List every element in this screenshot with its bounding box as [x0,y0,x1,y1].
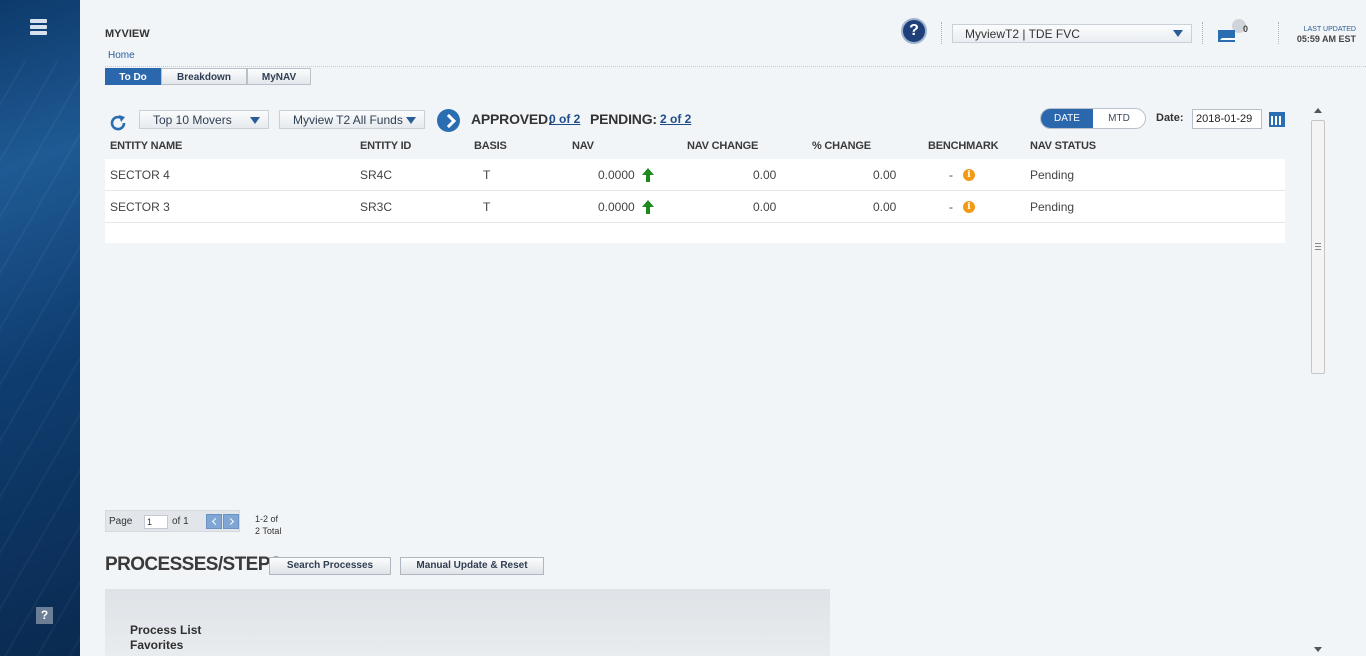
nav-value: 0.0000 [598,168,635,182]
page-label: Page [109,516,133,527]
entity-table: ENTITY NAME ENTITY ID BASIS NAV NAV CHAN… [105,137,1285,243]
nav-status: Pending [1030,200,1075,214]
breadcrumb-home[interactable]: Home [108,50,135,61]
left-sidebar: ? [0,0,80,656]
column-header[interactable]: NAV STATUS [1030,140,1096,152]
tab-breakdown[interactable]: Breakdown [161,68,247,85]
column-header[interactable]: % CHANGE [812,140,871,152]
table-row[interactable]: SECTOR 4 SR4C T 0.0000 0.00 0.00 - i Pen… [105,159,1285,191]
entity-id: SR3C [360,200,393,214]
process-list-link[interactable]: Process List [130,623,201,637]
pending-label: PENDING: [590,111,657,127]
chevron-down-icon [406,117,416,124]
tab-mynav[interactable]: MyNAV [247,68,311,85]
table-header: ENTITY NAME ENTITY ID BASIS NAV NAV CHAN… [105,137,1285,159]
entity-name: SECTOR 3 [110,200,170,214]
arrow-up-icon [642,168,654,182]
divider [1202,22,1203,44]
column-header[interactable]: ENTITY NAME [110,140,182,152]
favorites-link[interactable]: Favorites [130,638,183,652]
last-updated-time: 05:59 AM EST [1296,34,1356,44]
app-title: MYVIEW [105,28,150,40]
column-header[interactable]: BASIS [474,140,507,152]
date-mtd-toggle[interactable]: DATE MTD [1040,108,1146,129]
message-count: 0 [1243,24,1249,34]
page-number-input[interactable]: 1 [144,515,168,529]
header-divider [105,66,1366,67]
nav-change: 0.00 [753,200,777,214]
nav-value: 0.0000 [598,200,635,214]
page-scrollbar[interactable] [1310,104,1326,656]
entity-id: SR4C [360,168,393,182]
grip-icon [1315,243,1321,252]
mail-icon[interactable] [1218,30,1237,42]
column-header[interactable]: ENTITY ID [360,140,411,152]
table-row[interactable]: SECTOR 3 SR3C T 0.0000 0.00 0.00 - i Pen… [105,191,1285,223]
scroll-up-arrow[interactable] [1314,108,1322,113]
go-arrow-button[interactable] [437,109,460,132]
column-header[interactable]: NAV CHANGE [687,140,758,152]
fund-selector[interactable]: MyviewT2 | TDE FVC [952,24,1192,43]
divider [941,22,942,44]
nav-change: 0.00 [753,168,777,182]
column-header[interactable]: BENCHMARK [928,140,999,152]
range-line: 1-2 of [255,514,279,524]
benchmark: - [949,168,953,182]
fund-selector-value: MyviewT2 | TDE FVC [965,27,1080,41]
nav-status: Pending [1030,168,1075,182]
chevron-down-icon [250,117,260,124]
scroll-down-arrow[interactable] [1314,647,1322,652]
search-processes-button[interactable]: Search Processes [269,557,391,575]
total-line: 2 Total [255,526,282,536]
approved-count-link[interactable]: 0 of 2 [549,112,580,126]
benchmark: - [949,200,953,214]
top-movers-value: Top 10 Movers [153,113,232,127]
refresh-icon[interactable] [109,114,127,132]
column-header[interactable]: NAV [572,140,594,152]
info-icon[interactable]: i [963,169,975,181]
server-menu-icon[interactable] [30,19,47,37]
next-page-button[interactable] [223,514,239,529]
date-label: Date: [1156,112,1184,124]
entity-name: SECTOR 4 [110,168,170,182]
arrow-up-icon [642,200,654,214]
date-input[interactable] [1192,109,1262,129]
tab-bar: To Do Breakdown MyNAV [105,68,311,85]
pct-change: 0.00 [873,200,897,214]
funds-dropdown[interactable]: Myview T2 All Funds [279,110,425,129]
prev-page-button[interactable] [206,514,222,529]
info-icon[interactable]: i [963,201,975,213]
scroll-thumb[interactable] [1311,120,1325,374]
help-icon[interactable]: ? [36,607,53,624]
chevron-down-icon [1173,30,1183,37]
page-of-label: of 1 [172,516,189,527]
last-updated-label: LAST UPDATED [1303,26,1356,33]
basis: T [483,200,491,214]
processes-title: PROCESSES/STEPS [105,554,282,575]
record-range: 1-2 of 2 Total [255,513,281,537]
pager: Page 1 of 1 [105,510,240,532]
help-button[interactable]: ? [901,18,927,44]
pct-change: 0.00 [873,168,897,182]
pending-count-link[interactable]: 2 of 2 [660,112,691,126]
top-movers-dropdown[interactable]: Top 10 Movers [139,110,269,129]
process-panel: Process List Favorites [105,589,830,656]
approved-label: APPROVED: [471,111,553,127]
manual-update-reset-button[interactable]: Manual Update & Reset [400,557,544,575]
funds-value: Myview T2 All Funds [293,113,403,127]
calendar-icon[interactable] [1269,112,1285,127]
table-body: SECTOR 4 SR4C T 0.0000 0.00 0.00 - i Pen… [105,159,1285,243]
toggle-date[interactable]: DATE [1041,109,1093,128]
divider [1278,22,1279,44]
tab-to-do[interactable]: To Do [105,68,161,85]
toggle-mtd[interactable]: MTD [1093,109,1145,128]
basis: T [483,168,491,182]
